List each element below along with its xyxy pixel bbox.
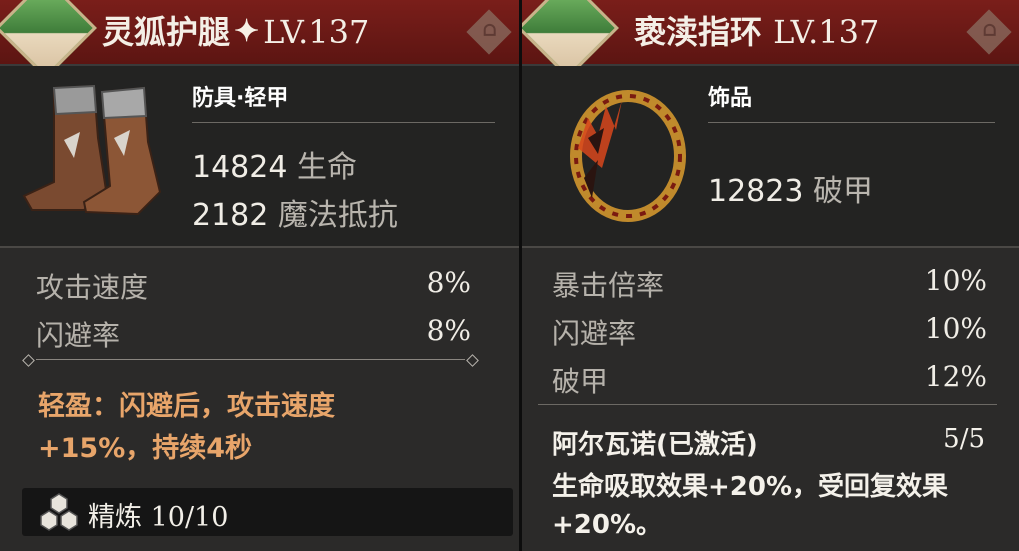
sub-stat-row: 闪避率 8% — [36, 314, 471, 354]
item-name: 亵渎指环 — [634, 13, 763, 51]
sub-stat-row: 暴击倍率 10% — [552, 264, 987, 304]
main-stat-value: 14824 — [192, 150, 288, 185]
sub-stat-value: 10% — [924, 264, 987, 297]
main-stat-label: 魔法抵抗 — [277, 198, 398, 233]
skill-line: 轻盈：闪避后，攻击速度 — [38, 391, 335, 422]
item-header: 亵渎指环 LV.137 — [522, 0, 1019, 79]
item-level: LV.137 — [263, 13, 370, 51]
ornament-divider — [22, 354, 479, 367]
main-stat-magic-resist: 2182 魔法抵抗 — [192, 190, 398, 234]
sub-stat-value: 8% — [426, 314, 471, 347]
item-name: 灵狐护腿 — [102, 13, 231, 51]
sub-stat-label: 破甲 — [552, 365, 609, 398]
refine-label: 精炼 10/10 — [88, 502, 229, 533]
main-stat-value: 2182 — [192, 198, 269, 233]
main-stat-hp: 14824 生命 — [192, 142, 357, 186]
item-header: 灵狐护腿 ✦ LV.137 — [0, 0, 519, 79]
item-level: LV.137 — [773, 13, 880, 51]
skill-line: +15%，持续4秒 — [38, 433, 253, 464]
main-stat-armor-break: 12823 破甲 — [708, 166, 873, 210]
sub-stat-label: 闪避率 — [36, 319, 121, 352]
sub-stat-value: 12% — [924, 360, 987, 393]
item-tooltip-ring: 亵渎指环 LV.137 饰品 12823 破甲 暴击倍率 10% 闪避率 10%… — [522, 0, 1019, 551]
sub-stat-row: 攻击速度 8% — [36, 266, 471, 306]
set-desc-line: +20%。 — [552, 510, 663, 540]
ring-icon — [570, 90, 686, 222]
refine-icon — [40, 493, 78, 531]
sub-stat-row: 破甲 12% — [552, 360, 987, 400]
item-category: 饰品 — [708, 86, 753, 111]
divider — [192, 122, 495, 123]
set-desc-line: 生命吸取效果+20%，受回复效果 — [552, 472, 949, 502]
refine-bar: 精炼 10/10 — [22, 488, 513, 536]
main-stat-label: 破甲 — [812, 174, 873, 209]
sub-stat-row: 闪避率 10% — [552, 312, 987, 352]
sub-stat-label: 攻击速度 — [36, 271, 149, 304]
item-title: 亵渎指环 LV.137 — [634, 12, 879, 52]
set-count: 5/5 — [943, 424, 985, 454]
boots-icon — [22, 84, 162, 216]
divider — [538, 404, 997, 405]
item-summary: 饰品 12823 破甲 — [522, 66, 1019, 248]
divider — [708, 122, 995, 123]
item-summary: 防具·轻甲 14824 生命 2182 魔法抵抗 — [0, 66, 519, 248]
lock-icon[interactable] — [966, 9, 1012, 55]
main-stat-value: 12823 — [708, 174, 804, 209]
item-tooltip-leggings: 灵狐护腿 ✦ LV.137 防具·轻甲 14824 生命 2182 魔法抵抗 攻击速… — [0, 0, 519, 551]
set-description: 生命吸取效果+20%，受回复效果 +20%。 — [552, 468, 1002, 544]
star-icon: ✦ — [234, 14, 260, 49]
main-stat-label: 生命 — [296, 150, 357, 185]
lock-icon[interactable] — [466, 9, 512, 55]
sub-stat-value: 8% — [426, 266, 471, 299]
sub-stat-label: 暴击倍率 — [552, 269, 665, 302]
set-name: 阿尔瓦诺(已激活) — [552, 430, 758, 460]
sub-stat-value: 10% — [924, 312, 987, 345]
sub-stat-label: 闪避率 — [552, 317, 637, 350]
skill-description: 轻盈：闪避后，攻击速度 +15%，持续4秒 — [38, 386, 458, 470]
item-title: 灵狐护腿 ✦ LV.137 — [102, 12, 369, 52]
item-category: 防具·轻甲 — [192, 86, 289, 111]
